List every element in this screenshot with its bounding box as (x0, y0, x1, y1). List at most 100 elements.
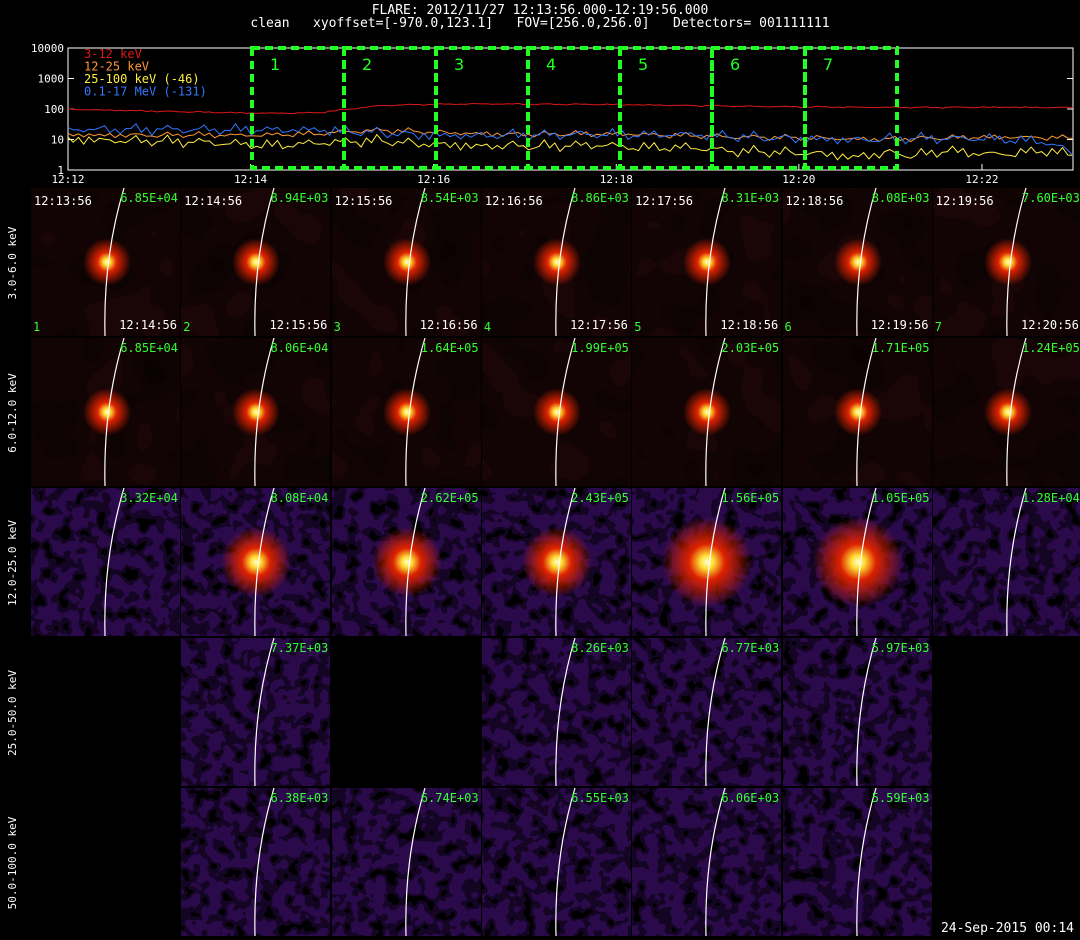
interval-box (803, 46, 899, 170)
tile-noise (782, 788, 932, 936)
source-spot (983, 238, 1032, 286)
tile-time-start: 12:16:56 (484, 194, 543, 208)
interval-label: 1 (270, 55, 280, 74)
y-tick-label: 1000 (38, 73, 65, 86)
tile-time-start: 12:15:56 (334, 194, 393, 208)
tile-image (782, 788, 932, 936)
tile-image (932, 488, 1080, 636)
interval-box (618, 46, 714, 170)
tile-max-value: 8.94E+03 (270, 191, 329, 205)
source-spot (532, 238, 581, 286)
interval-label: 4 (546, 55, 556, 74)
tile-max-value: 3.32E+04 (120, 491, 178, 505)
lightcurve-chart: 1 10 100 1000 10000 12:12 12:14 12:16 12:18 12:20… (31, 42, 1074, 186)
source-spot (382, 388, 431, 436)
image-tile: 1.05E+05 (782, 488, 932, 636)
image-tile: 5.97E+03 (782, 638, 932, 786)
tile-time-end: 12:15:56 (269, 318, 328, 332)
tile-noise (632, 638, 782, 786)
image-tile: 6.85E+04 12:13:56 12:14:56 1 (31, 188, 180, 336)
plot-subtitle: clean xyoffset=[-970.0,123.1] FOV=[256.0… (250, 16, 830, 31)
tile-image (181, 788, 331, 936)
tile-max-value: 7.60E+03 (1022, 191, 1080, 205)
tile-max-value: 5.59E+03 (871, 791, 930, 805)
image-tile: 1.71E+05 (782, 338, 932, 486)
tile-panel-number: 2 (183, 320, 191, 334)
image-tile: 1.64E+05 (331, 338, 481, 486)
tile-max-value: 8.06E+04 (270, 341, 329, 355)
tile-noise (331, 788, 481, 936)
source-spot (382, 238, 431, 286)
source-spot (833, 238, 882, 286)
image-tile: 1.24E+05 (932, 338, 1080, 486)
x-tick-label: 12:14 (234, 173, 267, 186)
interval-box (526, 46, 622, 170)
tile-max-value: 6.74E+03 (420, 791, 479, 805)
tile-time-end: 12:14:56 (119, 318, 177, 332)
image-tile: 8.08E+03 12:18:56 12:19:56 6 (782, 188, 932, 336)
tile-noise (31, 488, 180, 636)
interval-label: 7 (823, 55, 833, 74)
image-tile: 8.06E+04 (181, 338, 331, 486)
tile-image (181, 188, 331, 336)
source-spot (983, 388, 1032, 436)
tile-max-value: 8.54E+03 (420, 191, 479, 205)
image-tile: 6.85E+04 (31, 338, 180, 486)
tile-image (331, 188, 481, 336)
image-tile: 1.99E+05 (481, 338, 631, 486)
image-tile: 5.59E+03 (782, 788, 932, 936)
tile-max-value: 6.85E+04 (120, 341, 178, 355)
x-tick-label: 12:12 (51, 173, 84, 186)
row-energy-label: 50.0-100.0 keV (6, 816, 19, 910)
tile-time-start: 12:18:56 (785, 194, 844, 208)
image-tile: 6.38E+03 (181, 788, 331, 936)
tile-image (181, 638, 331, 786)
source-spot (683, 238, 732, 286)
plot-frame (67, 47, 1074, 171)
footer-date: 24-Sep-2015 00:14 (940, 921, 1074, 936)
tile-max-value: 1.05E+05 (871, 491, 930, 505)
tile-image (481, 488, 631, 636)
tile-time-start: 12:13:56 (34, 194, 92, 208)
x-tick-label: 12:18 (600, 173, 633, 186)
image-tile: 8.94E+03 12:14:56 12:15:56 2 (181, 188, 331, 336)
tile-max-value: 1.56E+05 (721, 491, 780, 505)
x-tick-label: 12:16 (417, 173, 450, 186)
tile-time-end: 12:18:56 (720, 318, 779, 332)
source-spot (532, 388, 581, 436)
interval-box (250, 46, 346, 170)
y-tick-label: 10 (51, 134, 64, 147)
tile-image (331, 488, 481, 636)
tile-noise (632, 788, 782, 936)
tile-max-value: 6.85E+04 (120, 191, 178, 205)
tile-max-value: 7.37E+03 (270, 641, 329, 655)
tile-time-start: 12:19:56 (935, 194, 994, 208)
tile-image (632, 638, 782, 786)
tile-max-value: 1.28E+04 (1022, 491, 1080, 505)
tile-noise (481, 638, 631, 786)
tile-image (31, 188, 180, 336)
row-energy-label: 6.0-12.0 keV (6, 373, 19, 453)
image-tile: 1.28E+04 (932, 488, 1080, 636)
x-tick-label: 12:20 (782, 173, 815, 186)
image-tile: 1.56E+05 (632, 488, 782, 636)
tile-max-value: 1.64E+05 (420, 341, 479, 355)
tile-max-value: 2.43E+05 (571, 491, 629, 505)
tile-panel-number: 1 (33, 320, 41, 334)
series-line (67, 102, 1074, 115)
tile-max-value: 8.08E+03 (871, 191, 930, 205)
tile-max-value: 1.24E+05 (1022, 341, 1080, 355)
tile-max-value: 8.08E+04 (270, 491, 329, 505)
image-tile: 2.03E+05 (632, 338, 782, 486)
tile-panel-number: 7 (934, 320, 943, 334)
tile-image (632, 338, 782, 486)
tile-image (331, 338, 481, 486)
tile-image (181, 338, 331, 486)
tile-max-value: 5.97E+03 (871, 641, 930, 655)
tile-time-end: 12:16:56 (419, 318, 478, 332)
tile-image (632, 188, 782, 336)
source-spot (232, 388, 281, 436)
tile-image (932, 188, 1080, 336)
series-line (67, 133, 1074, 161)
tile-panel-number: 4 (483, 320, 492, 334)
